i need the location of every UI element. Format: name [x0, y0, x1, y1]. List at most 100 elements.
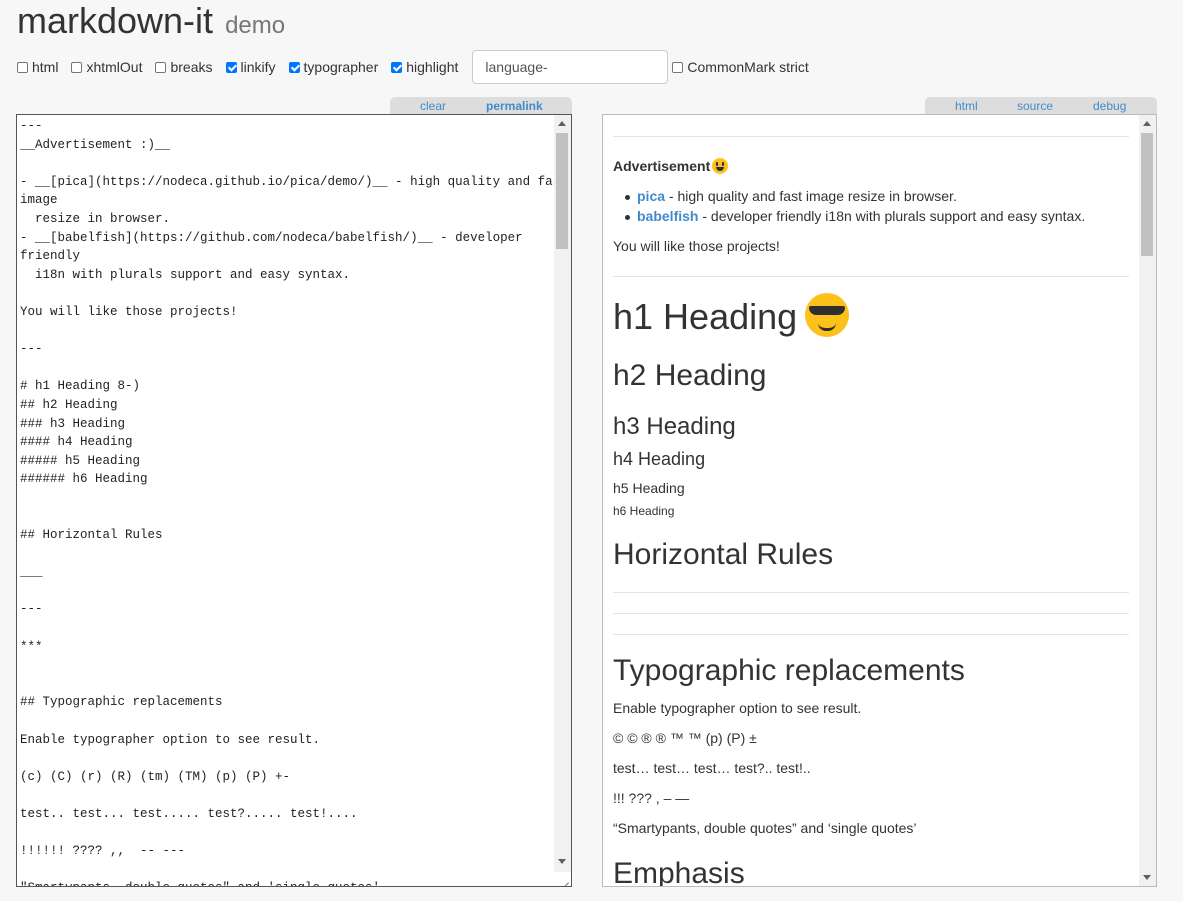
source-line: ##### h5 Heading [20, 453, 141, 468]
breaks-checkbox[interactable] [155, 61, 167, 73]
typographer-checkbox[interactable] [288, 61, 300, 73]
highlight-checkbox[interactable] [391, 61, 403, 73]
source-line [20, 489, 551, 508]
source-line: ___ [20, 565, 43, 580]
options-bar: html xhtmlOut breaks linkify typographer… [17, 50, 822, 84]
breaks-label: breaks [170, 59, 213, 75]
paragraph: test… test… test… test?.. test!.. [613, 760, 811, 776]
heading-h3: h3 Heading [613, 413, 736, 440]
horizontal-rule [613, 613, 1129, 614]
source-line: ## h2 Heading [20, 397, 118, 412]
commonmark-checkbox[interactable] [672, 61, 684, 73]
heading-emphasis: Emphasis [613, 857, 745, 887]
result-preview: Advertisement pica - high quality and fa… [602, 114, 1157, 887]
html-label: html [32, 59, 59, 75]
source-line: image [20, 193, 58, 208]
source-line [20, 582, 551, 601]
scroll-down-icon[interactable] [1143, 875, 1151, 880]
linkify-checkbox[interactable] [225, 61, 237, 73]
source-line [20, 712, 551, 731]
advertisement-heading: Advertisement [613, 158, 729, 174]
option-html[interactable]: html [17, 59, 58, 75]
source-line [20, 749, 551, 768]
source-scrollbar[interactable] [554, 115, 571, 872]
scroll-up-icon[interactable] [558, 121, 566, 126]
source-line: You will like those projects! [20, 304, 238, 319]
horizontal-rule [613, 276, 1129, 277]
app-title: markdown-it [17, 0, 214, 41]
horizontal-rule [613, 634, 1129, 635]
source-line [20, 824, 551, 843]
source-line [20, 322, 551, 341]
source-line [20, 619, 551, 638]
list-item: babelfish - developer friendly i18n with… [624, 208, 1086, 224]
source-line: --- [20, 342, 43, 357]
heading-h5: h5 Heading [613, 480, 685, 496]
highlight-label: highlight [406, 59, 459, 75]
html-checkbox[interactable] [17, 61, 28, 73]
language-prefix-input[interactable] [472, 50, 669, 84]
page-title: markdown-it demo [17, 0, 285, 47]
source-line [20, 656, 551, 675]
option-commonmark[interactable]: CommonMark strict [672, 59, 809, 75]
linkify-label: linkify [240, 59, 276, 75]
tab-html[interactable]: html [955, 99, 978, 113]
heading-horizontal-rules: Horizontal Rules [613, 538, 834, 571]
commonmark-label: CommonMark strict [687, 59, 809, 75]
option-xhtmlout[interactable]: xhtmlOut [71, 59, 142, 75]
xhtmlout-label: xhtmlOut [86, 59, 143, 75]
source-line [20, 359, 551, 378]
source-line [20, 861, 551, 880]
option-typographer[interactable]: typographer [288, 59, 379, 75]
source-line: test.. test... test..... test?..... test… [20, 806, 358, 821]
resize-grip-icon[interactable] [558, 873, 570, 885]
clear-link[interactable]: clear [420, 99, 446, 113]
source-line: "Smartypants, double quotes" and 'single… [20, 879, 551, 886]
source-tabbar: clear permalink [390, 97, 572, 114]
app-subtitle: demo [225, 12, 286, 39]
source-editor[interactable]: --- __Advertisement :)__ - __[pica](https:… [16, 114, 572, 887]
heading-h4: h4 Heading [613, 449, 706, 469]
xhtmlout-checkbox[interactable] [71, 61, 83, 73]
option-highlight[interactable]: highlight [391, 59, 458, 75]
heading-typographic-replacements: Typographic replacements [613, 654, 965, 687]
source-line [20, 545, 551, 564]
scroll-up-icon[interactable] [1143, 121, 1151, 126]
source-line [20, 154, 551, 173]
paragraph: “Smartypants, double quotes” and ‘single… [613, 820, 917, 836]
result-tabbar: html source debug [925, 97, 1157, 114]
source-line: - __[babelfish](https://github.com/nodec… [20, 230, 523, 245]
option-breaks[interactable]: breaks [155, 59, 213, 75]
source-line [20, 786, 551, 805]
source-line: #### h4 Heading [20, 435, 133, 450]
source-textarea[interactable]: --- __Advertisement :)__ - __[pica](https:… [20, 117, 568, 886]
source-line: ### h3 Heading [20, 416, 126, 431]
paragraph: © © ® ® ™ ™ (p) (P) ± [613, 730, 757, 746]
sunglasses-emoji-icon [805, 293, 850, 337]
source-line: Enable typographer option to see result. [20, 732, 321, 747]
paragraph: !!! ??? , – — [613, 790, 690, 806]
tab-source[interactable]: source [1017, 99, 1053, 113]
heading-h2: h2 Heading [613, 359, 767, 392]
scroll-thumb[interactable] [1141, 133, 1153, 256]
typographer-label: typographer [303, 59, 379, 75]
source-line: --- [20, 602, 43, 617]
source-line [20, 675, 551, 694]
source-line: *** [20, 639, 43, 654]
scroll-thumb[interactable] [556, 133, 568, 249]
source-line: ###### h6 Heading [20, 472, 148, 487]
smiley-emoji-icon [712, 158, 729, 174]
babelfish-link[interactable]: babelfish [637, 208, 698, 224]
tab-debug[interactable]: debug [1093, 99, 1126, 113]
pica-link[interactable]: pica [637, 188, 665, 204]
scroll-down-icon[interactable] [558, 859, 566, 864]
source-line: ## Typographic replacements [20, 695, 223, 710]
source-line: ## Horizontal Rules [20, 528, 163, 543]
source-line [20, 507, 551, 526]
source-line: !!!!!! ???? ,, -- --- [20, 844, 186, 859]
option-linkify[interactable]: linkify [225, 59, 276, 75]
source-line: (c) (C) (r) (R) (tm) (TM) (p) (P) +- [20, 769, 291, 784]
permalink-link[interactable]: permalink [486, 99, 543, 113]
source-line: i18n with plurals support and easy synta… [20, 267, 351, 282]
result-scrollbar[interactable] [1139, 115, 1156, 886]
